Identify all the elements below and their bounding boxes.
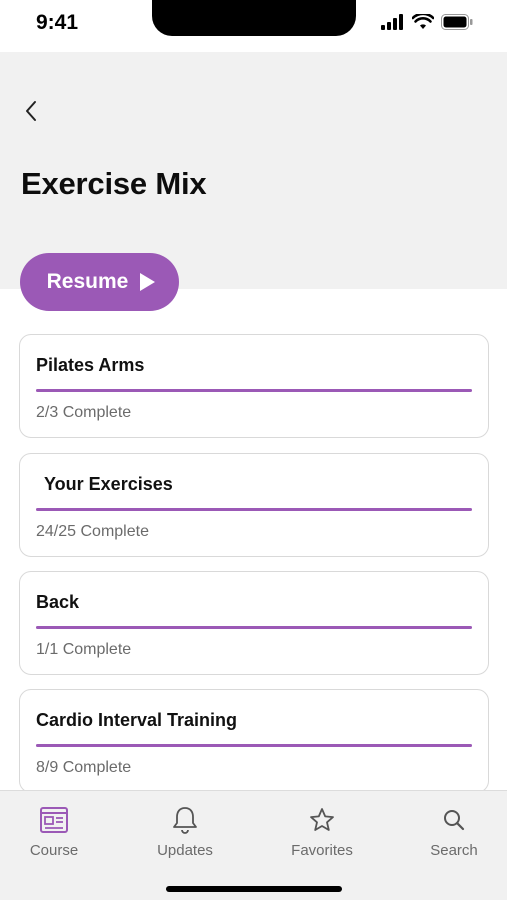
card-title: Cardio Interval Training: [36, 710, 238, 730]
progress-fill: [36, 389, 472, 392]
search-icon: [444, 810, 465, 831]
status-icons: [381, 14, 473, 30]
course-card[interactable]: Your Exercises 24/25 Complete: [19, 453, 489, 557]
resume-button[interactable]: Resume: [20, 253, 179, 311]
card-status: 24/25 Complete: [36, 523, 149, 540]
tab-label: Favorites: [291, 842, 353, 859]
progress-fill: [36, 626, 472, 629]
card-status: 8/9 Complete: [36, 759, 132, 776]
progress-bar: [36, 744, 472, 747]
tab-label: Search: [430, 842, 478, 859]
progress-bar: [36, 508, 472, 511]
tab-bar: Course Updates Favorites Search: [0, 790, 507, 900]
card-status: 2/3 Complete: [36, 404, 132, 421]
card-status: 1/1 Complete: [36, 641, 132, 658]
chevron-left-icon: [26, 101, 36, 121]
tab-label: Course: [29, 842, 79, 859]
card-title: Your Exercises: [44, 474, 173, 494]
tab-favorites[interactable]: Favorites: [272, 805, 372, 859]
course-card[interactable]: Pilates Arms 2/3 Complete: [19, 334, 489, 438]
course-card[interactable]: Back 1/1 Complete: [19, 571, 489, 675]
tab-course[interactable]: Course: [4, 805, 104, 859]
resume-button-label: Resume: [46, 270, 129, 293]
progress-fill: [36, 744, 472, 747]
home-indicator: [166, 886, 342, 892]
card-title: Back: [36, 592, 80, 612]
tab-updates[interactable]: Updates: [135, 805, 235, 859]
card-title: Pilates Arms: [36, 355, 145, 375]
play-icon: [140, 273, 156, 291]
progress-fill: [36, 508, 472, 511]
tab-search[interactable]: Search: [404, 805, 504, 859]
signal-icon: [381, 14, 403, 30]
tab-label: Updates: [157, 842, 213, 859]
star-icon: [310, 808, 334, 831]
notch: [152, 0, 356, 36]
status-time: 9:41: [36, 11, 79, 34]
battery-icon: [441, 14, 473, 30]
bell-icon: [173, 807, 197, 834]
progress-bar: [36, 626, 472, 629]
progress-bar: [36, 389, 472, 392]
wifi-icon: [412, 14, 434, 29]
page-title: Exercise Mix: [21, 166, 207, 201]
back-button[interactable]: [16, 96, 46, 126]
status-bar: 9:41: [0, 0, 507, 52]
course-icon: [40, 807, 68, 833]
course-card[interactable]: Cardio Interval Training 8/9 Complete: [19, 689, 489, 793]
